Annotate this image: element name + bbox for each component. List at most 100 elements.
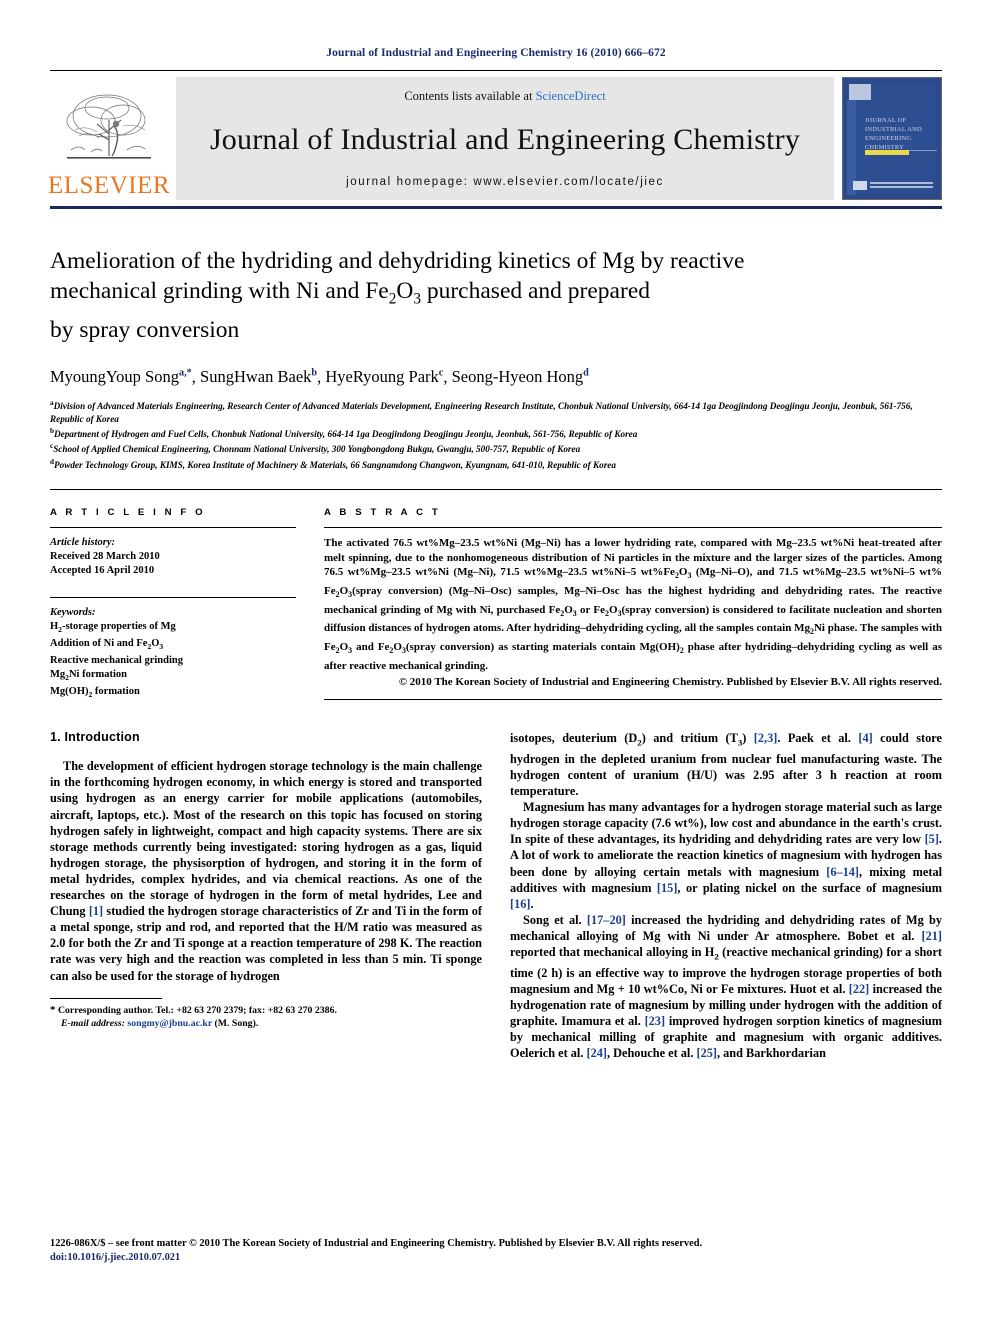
- keyword-5: Mg(OH)2 formation: [50, 686, 140, 700]
- cover-title-line2: INDUSTRIAL AND: [865, 126, 922, 133]
- article-body: 1. Introduction The development of effic…: [50, 730, 942, 1061]
- author-1-name: MyoungYoup Song: [50, 367, 179, 387]
- journal-cover-thumbnail: JOURNAL OF INDUSTRIAL AND ENGINEERING CH…: [842, 77, 942, 200]
- cover-publisher-icon: [849, 84, 871, 100]
- doi-link[interactable]: doi:10.1016/j.jiec.2010.07.021: [50, 1251, 942, 1265]
- author-1-marks: a,*: [179, 367, 192, 379]
- article-history-label: Article history:: [50, 536, 116, 548]
- title-line-2: mechanical grinding with Ni and Fe2O3 pu…: [50, 276, 942, 315]
- title-sub-3: 3: [413, 290, 421, 308]
- cover-title-line1: JOURNAL OF: [865, 117, 907, 124]
- citation-17-20[interactable]: [17–20]: [587, 913, 626, 927]
- footnote-block: * Corresponding author. Tel.: +82 63 270…: [50, 997, 482, 1030]
- journal-title: Journal of Industrial and Engineering Ch…: [209, 123, 801, 156]
- keywords-block: Keywords: H2-storage properties of Mg Ad…: [50, 596, 296, 702]
- section-heading-introduction: 1. Introduction: [50, 730, 140, 745]
- contents-prefix: Contents lists available at: [404, 89, 536, 103]
- info-abstract-block: A R T I C L E I N F O Article history: R…: [50, 507, 942, 702]
- citation-4[interactable]: [4]: [858, 731, 872, 745]
- masthead-center: Contents lists available at ScienceDirec…: [176, 77, 834, 200]
- keyword-4: Mg2Ni formation: [50, 669, 127, 683]
- email-note: E-mail address: songmy@jbnu.ac.kr (M. So…: [50, 1017, 482, 1030]
- affiliation-a: aDivision of Advanced Materials Engineer…: [50, 397, 942, 425]
- citation-2-3[interactable]: [2,3]: [754, 731, 778, 745]
- affiliation-d-text: Powder Technology Group, KIMS, Korea Ins…: [53, 459, 616, 470]
- article-page: Journal of Industrial and Engineering Ch…: [0, 0, 992, 1323]
- asterisk-icon: *: [50, 1003, 56, 1016]
- intro-paragraph-right-3: Song et al. [17–20] increased the hydrid…: [510, 912, 943, 1060]
- title-line-2-c: purchased and prepared: [420, 278, 650, 304]
- email-label: E-mail address:: [61, 1017, 125, 1029]
- masthead-top-rule: [50, 70, 942, 71]
- citation-16[interactable]: [16]: [510, 897, 531, 911]
- keyword-1: H2-storage properties of Mg: [50, 620, 176, 635]
- article-received: Received 28 March 2010: [50, 550, 160, 562]
- abstract-rule: [324, 526, 942, 528]
- page-footer: 1226-086X/$ – see front matter © 2010 Th…: [50, 1237, 942, 1265]
- page-title: Amelioration of the hydriding and dehydr…: [50, 246, 942, 345]
- running-head: Journal of Industrial and Engineering Ch…: [326, 47, 666, 59]
- author-4[interactable]: Seong-Hyeon Hongd: [452, 367, 589, 386]
- footnote-rule: [50, 997, 162, 999]
- author-1[interactable]: MyoungYoup Songa,*: [50, 367, 192, 386]
- cover-title-block: JOURNAL OF INDUSTRIAL AND ENGINEERING CH…: [865, 116, 933, 152]
- keywords-label: Keywords:: [50, 606, 96, 618]
- affiliation-d: dPowder Technology Group, KIMS, Korea In…: [50, 456, 942, 471]
- affiliation-b-text: Department of Hydrogen and Fuel Cells, C…: [53, 428, 638, 439]
- citation-25[interactable]: [25]: [696, 1046, 717, 1060]
- author-3-marks: c: [438, 367, 444, 379]
- elsevier-tree-icon: [61, 90, 157, 172]
- email-suffix: (M. Song).: [214, 1017, 259, 1029]
- title-line-1: Amelioration of the hydriding and dehydr…: [50, 248, 745, 274]
- email-link[interactable]: songmy@jbnu.ac.kr: [127, 1018, 212, 1029]
- abstract-text: The activated 76.5 wt%Mg–23.5 wt%Ni (Mg–…: [324, 536, 943, 673]
- article-info-column: A R T I C L E I N F O Article history: R…: [50, 507, 318, 702]
- abstract-bottom-rule: [324, 699, 942, 701]
- intro-paragraph-right-2: Magnesium has many advantages for a hydr…: [510, 800, 943, 911]
- citation-24[interactable]: [24]: [586, 1046, 607, 1060]
- keyword-2: Addition of Ni and Fe2O3: [50, 638, 164, 652]
- affiliation-c-text: School of Applied Chemical Engineering, …: [53, 444, 581, 455]
- article-info-heading: A R T I C L E I N F O: [50, 506, 206, 518]
- corresponding-author-note: * Corresponding author. Tel.: +82 63 270…: [50, 1004, 482, 1017]
- author-2[interactable]: SungHwan Baekb: [200, 367, 317, 386]
- citation-15[interactable]: [15]: [657, 881, 678, 895]
- sciencedirect-link[interactable]: ScienceDirect: [536, 89, 606, 103]
- masthead-bottom-rule: [50, 206, 942, 209]
- cover-society-icon: [853, 181, 867, 190]
- author-2-name: SungHwan Baek: [200, 367, 312, 387]
- citation-23[interactable]: [23]: [645, 1014, 666, 1028]
- intro-paragraph-right-1: isotopes, deuterium (D2) and tritium (T3…: [510, 731, 942, 799]
- abstract-copyright: © 2010 The Korean Society of Industrial …: [398, 675, 942, 688]
- body-left-column: 1. Introduction The development of effic…: [50, 730, 482, 1061]
- keyword-3: Reactive mechanical grinding: [50, 655, 183, 667]
- info-top-rule: [50, 488, 942, 490]
- journal-homepage-link[interactable]: journal homepage: www.elsevier.com/locat…: [346, 176, 664, 188]
- intro-paragraph-left: The development of efficient hydrogen st…: [50, 759, 482, 983]
- cover-society-text: [870, 181, 933, 190]
- citation-21[interactable]: [21]: [922, 929, 943, 943]
- citation-22[interactable]: [22]: [849, 982, 870, 996]
- article-accepted: Accepted 16 April 2010: [50, 564, 155, 576]
- author-3-name: HyeRyoung Park: [325, 367, 439, 387]
- elsevier-logo: ELSEVIER: [47, 77, 171, 200]
- abstract-column: A B S T R A C T The activated 76.5 wt%Mg…: [318, 507, 942, 702]
- author-list: MyoungYoup Songa,*, SungHwan Baekb, HyeR…: [50, 367, 589, 387]
- keywords-rule: [50, 596, 296, 598]
- abstract-heading: A B S T R A C T: [324, 506, 441, 518]
- citation-1[interactable]: [1]: [89, 904, 103, 918]
- author-4-marks: d: [583, 367, 589, 379]
- issn-front-matter: 1226-086X/$ – see front matter © 2010 Th…: [50, 1238, 703, 1249]
- contents-available-line: Contents lists available at ScienceDirec…: [404, 89, 605, 104]
- affiliation-c: cSchool of Applied Chemical Engineering,…: [50, 440, 942, 455]
- author-2-marks: b: [311, 367, 318, 379]
- body-right-column: isotopes, deuterium (D2) and tritium (T3…: [510, 730, 942, 1061]
- title-line-2-b: O: [396, 278, 414, 304]
- cover-yellow-bar: [865, 150, 909, 155]
- article-info-rule: [50, 526, 296, 528]
- elsevier-wordmark: ELSEVIER: [47, 172, 171, 199]
- affiliation-b: bDepartment of Hydrogen and Fuel Cells, …: [50, 425, 942, 440]
- author-3[interactable]: HyeRyoung Parkc: [325, 367, 443, 386]
- citation-6-14[interactable]: [6–14]: [826, 865, 859, 879]
- citation-5[interactable]: [5]: [925, 832, 939, 846]
